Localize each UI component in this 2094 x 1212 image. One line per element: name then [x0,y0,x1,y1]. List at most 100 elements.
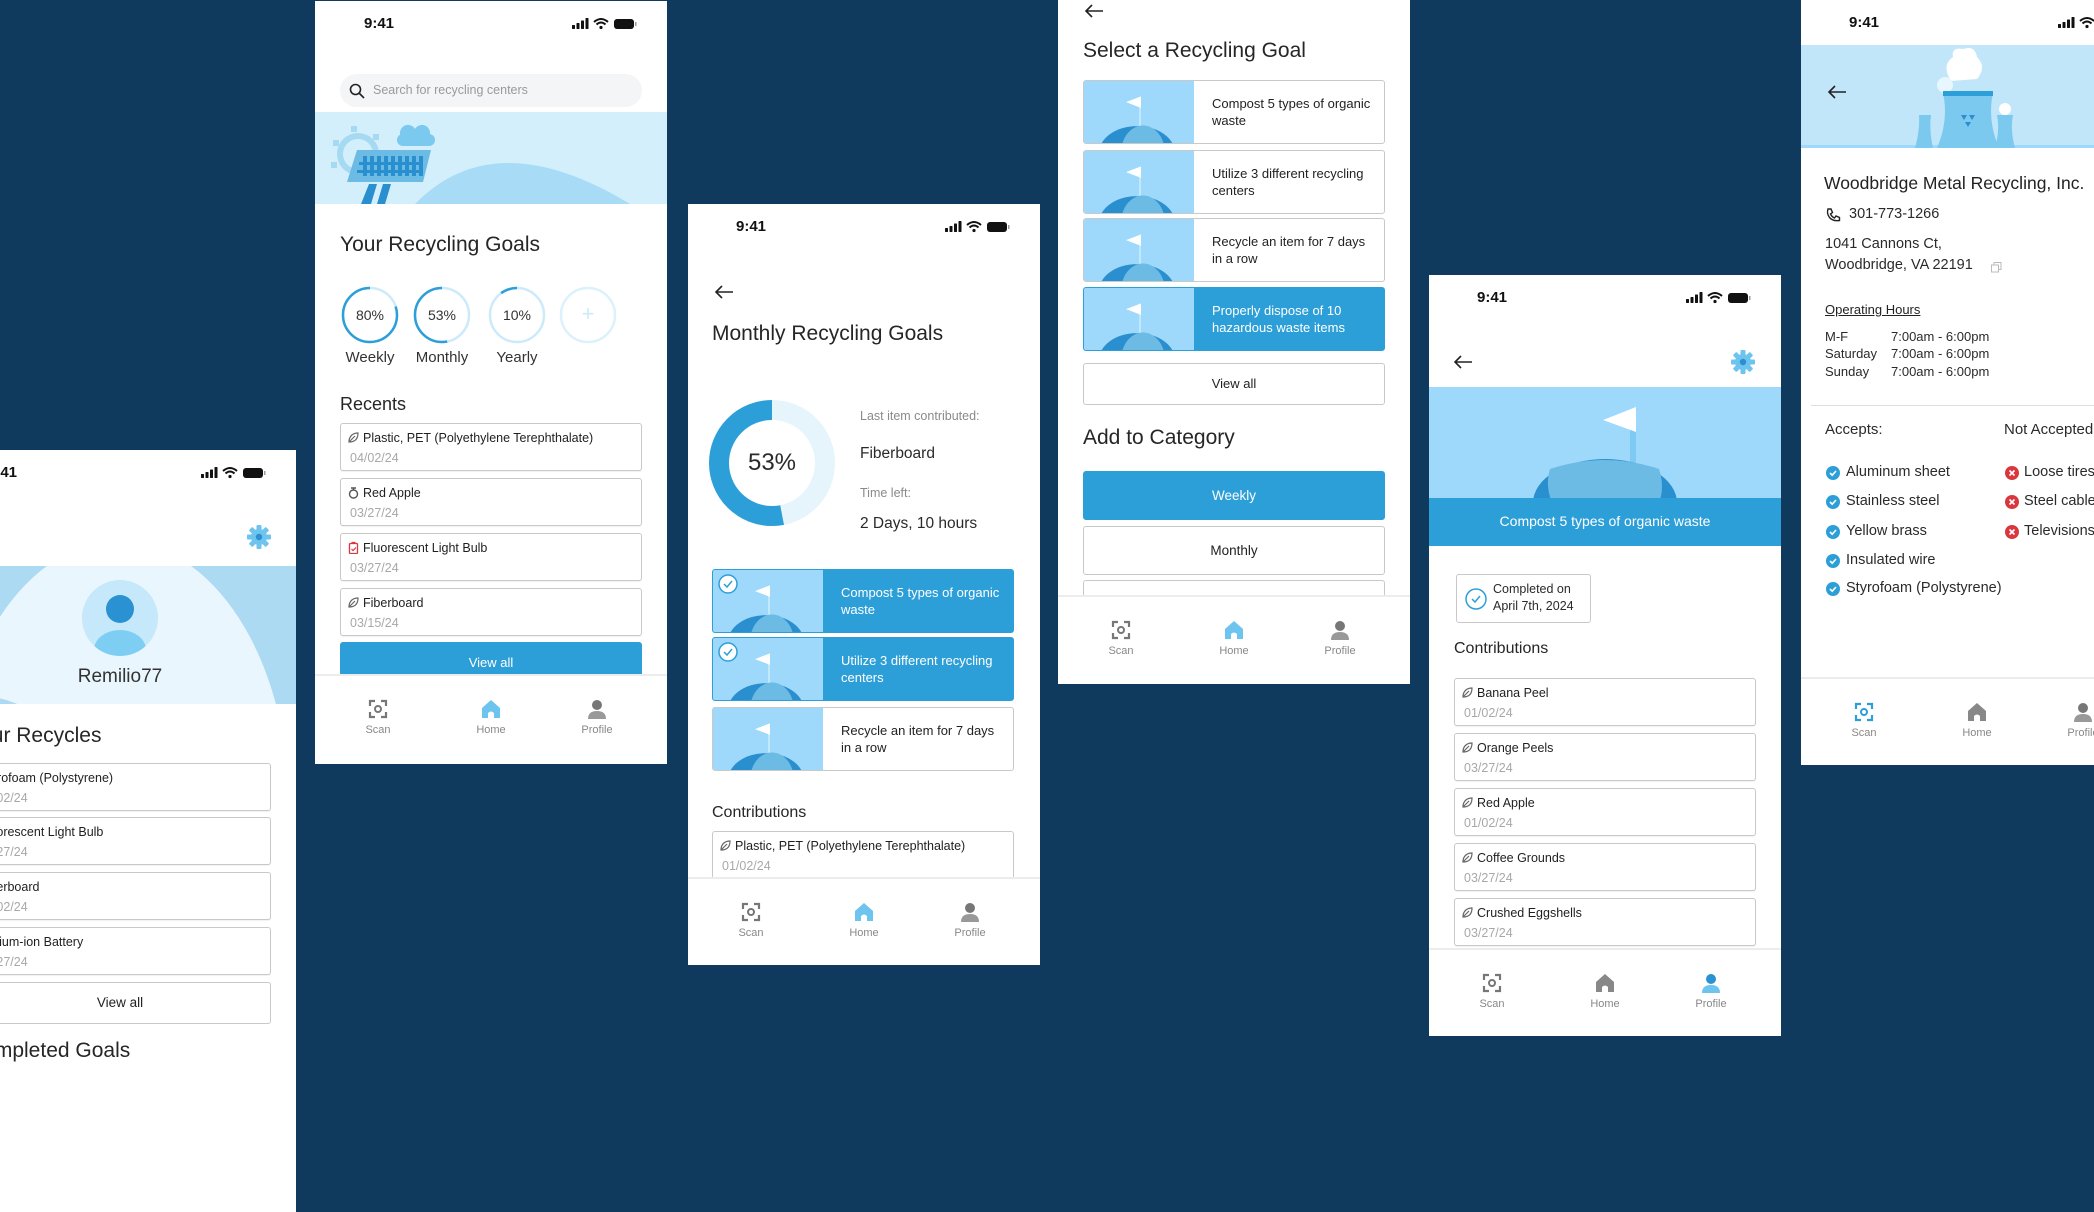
back-arrow-icon[interactable] [1453,354,1473,370]
list-item[interactable]: Coffee Grounds 03/27/24 [1454,843,1756,891]
status-icons [2058,17,2094,29]
monthly-goals-screen: 9:41 Monthly Recycling Goals 53% Last item … [688,204,1040,965]
goal-label: Weekly [345,349,395,366]
status-icons [1686,292,1751,304]
nav-scan[interactable]: Scan [343,698,413,736]
back-arrow-icon[interactable] [1827,84,1847,100]
hours-time: 7:00am - 6:00pm [1891,329,1990,344]
profile-icon [1331,621,1349,640]
not-accepted-item: Televisions [2024,523,2094,539]
rejected-x-icon [2005,466,2019,480]
goal-card[interactable]: Properly dispose of 10 hazardous waste i… [1083,287,1385,351]
list-item[interactable]: Red Apple 03/27/24 [340,478,642,526]
hours-title: Operating Hours [1825,302,1921,317]
nav-home[interactable]: Home [1199,619,1269,657]
apple-icon [348,487,359,499]
nav-label: Profile [1324,645,1356,657]
goal-detail-screen: 9:41 Compost 5 types of organic waste Comp… [1429,275,1781,1036]
hours-day: Sunday [1825,364,1870,379]
settings-gear-icon[interactable] [1731,350,1755,374]
nav-home[interactable]: Home [456,698,526,736]
goal-card[interactable]: Compost 5 types of organic waste [712,569,1014,633]
center-phone[interactable]: 301-773-1266 [1849,206,1939,222]
list-item[interactable]: Plastic, PET (Polyethylene Terephthalate… [340,423,642,471]
category-option[interactable]: Weekly [1083,471,1385,520]
leaf-icon [1462,742,1473,753]
search-bar[interactable]: Search for recycling centers [340,74,642,107]
leaf-icon [1462,797,1473,808]
phone-icon[interactable] [1825,207,1841,223]
copy-icon[interactable] [1991,262,2002,273]
nav-home[interactable]: Home [829,901,899,939]
nav-scan[interactable]: Scan [1086,619,1156,657]
list-item[interactable]: Orange Peels 03/27/24 [1454,733,1756,781]
list-item[interactable]: Banana Peel 01/02/24 [1454,678,1756,726]
completed-badge: Completed on April 7th, 2024 [1456,574,1591,623]
goal-card[interactable]: Utilize 3 different recycling centers [1083,150,1385,214]
list-item[interactable]: Crushed Eggshells 03/27/24 [1454,898,1756,946]
item-name: Plastic, PET (Polyethylene Terephthalate… [363,431,594,445]
goal-text: Recycle an item for 7 days in a row [841,723,995,755]
back-arrow-icon[interactable] [1084,3,1104,19]
goal-card[interactable]: Utilize 3 different recycling centers [712,637,1014,701]
add-goal-button[interactable]: + [558,301,618,327]
nav-profile[interactable]: Profile [1305,619,1375,657]
status-icons [201,467,266,479]
home-icon [482,700,500,718]
item-name: Fluorescent Light Bulb [363,541,488,555]
donut-percent: 53% [747,449,797,476]
page-title: Select a Recycling Goal [1083,39,1306,62]
list-item[interactable]: Fiberboard 03/15/24 [340,588,642,636]
item-date: 01/02/24 [1464,816,1513,830]
view-all-button[interactable]: View all [0,982,271,1024]
center-name: Woodbridge Metal Recycling, Inc. [1824,173,2085,193]
nav-label: Profile [2067,727,2094,739]
nav-home[interactable]: Home [1942,701,2012,739]
last-item-value: Fiberboard [860,445,935,462]
goal-card[interactable]: Compost 5 types of organic waste [1083,80,1385,144]
item-date: 01/02/24 [1464,706,1513,720]
select-goal-screen: Select a Recycling Goal Compost 5 types o… [1058,0,1410,684]
rejected-x-icon [2005,525,2019,539]
item-name: Red Apple [363,486,421,500]
nav-label: Home [476,724,506,736]
nav-profile[interactable]: Profile [2048,701,2094,739]
profile-icon [1702,974,1720,993]
hours-time: 7:00am - 6:00pm [1891,346,1990,361]
goal-percent: 80% [355,307,385,323]
not-accepted-item: Steel cables [2024,493,2094,509]
nav-scan[interactable]: Scan [716,901,786,939]
bottom-nav: Scan Home Profile [688,877,1040,965]
item-name: Fiberboard [363,596,424,610]
category-title: Add to Category [1083,426,1235,449]
bottom-nav: Scan Home Profile [1058,595,1410,684]
nav-profile[interactable]: Profile [935,901,1005,939]
accepts-title: Accepts: [1825,421,1883,438]
nav-scan[interactable]: Scan [1829,701,1899,739]
nav-scan[interactable]: Scan [1457,972,1527,1010]
goal-card[interactable]: Recycle an item for 7 days in a row [712,707,1014,771]
home-banner-illustration [315,112,667,204]
back-arrow-icon[interactable] [714,284,734,300]
list-item[interactable]: Styrofoam (Polystyrene) 01/02/24 [0,763,271,811]
goal-illustration [1084,219,1194,281]
goal-card[interactable]: Recycle an item for 7 days in a row [1083,218,1385,282]
scan-icon [1854,702,1874,722]
nav-home[interactable]: Home [1570,972,1640,1010]
nav-profile[interactable]: Profile [562,698,632,736]
goal-hero-illustration [1429,387,1781,498]
list-item[interactable]: Fiberboard 01/02/24 [0,872,271,920]
view-all-button[interactable]: View all [1083,363,1385,405]
settings-gear-icon[interactable] [247,525,271,549]
list-item[interactable]: Lithium-ion Battery 03/27/24 [0,927,271,975]
accepted-check-icon [1826,554,1840,568]
status-time: 9:41 [1477,289,1508,306]
list-item[interactable]: Red Apple 01/02/24 [1454,788,1756,836]
goal-text: Recycle an item for 7 days in a row [1212,234,1366,266]
category-option[interactable]: Monthly [1083,526,1385,575]
nav-profile[interactable]: Profile [1676,972,1746,1010]
list-item[interactable]: Fluorescent Light Bulb 03/27/24 [340,533,642,581]
recents-title: Recents [340,394,407,414]
list-item[interactable]: Fluorescent Light Bulb 03/27/24 [0,817,271,865]
accepted-item: Styrofoam (Polystyrene) [1846,580,2002,596]
